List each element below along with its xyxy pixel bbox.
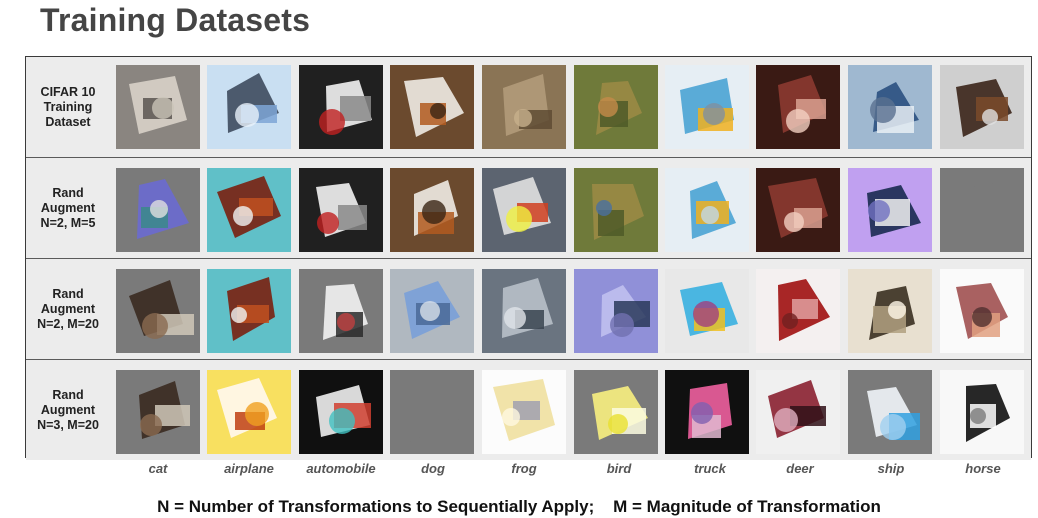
thumbnail-deer: [756, 65, 840, 149]
thumbnail-airplane: [207, 269, 291, 353]
thumbnail-deer: [756, 370, 840, 454]
class-label-airplane: airplane: [224, 461, 274, 476]
thumbnail-airplane: [207, 65, 291, 149]
row-label: Rand Augment N=2, M=20: [37, 286, 99, 331]
thumbnail-automobile: [299, 168, 383, 252]
thumbnail-dog: [390, 65, 474, 149]
thumbnail-deer: [756, 269, 840, 353]
thumbnail-frog: [482, 65, 566, 149]
thumbnail-dog: [390, 269, 474, 353]
thumbnail-truck: [665, 65, 749, 149]
row-randaugment-n2-m20: Rand Augment N=2, M=20: [26, 258, 1031, 359]
thumbnail-ship: [848, 65, 932, 149]
thumbnail-horse: [940, 269, 1024, 353]
thumbnail-horse: [940, 168, 1024, 252]
thumbnail-horse: [940, 370, 1024, 454]
row-label: CIFAR 10 Training Dataset: [40, 84, 96, 129]
class-label-cat: cat: [148, 461, 168, 476]
thumbnail-dog: [390, 370, 474, 454]
footnote: N = Number of Transformations to Sequent…: [157, 497, 881, 516]
image-grid: CIFAR 10 Training Dataset Rand Augment N…: [25, 56, 1032, 460]
thumbnail-truck: [665, 269, 749, 353]
class-label-dog: dog: [421, 461, 445, 476]
thumbnail-airplane: [207, 370, 291, 454]
thumbnail-cat: [116, 65, 200, 149]
thumbnail-bird: [574, 370, 658, 454]
thumbnail-deer: [756, 168, 840, 252]
row-label: Rand Augment N=2, M=5: [40, 185, 96, 230]
thumbnail-bird: [574, 168, 658, 252]
class-label-deer: deer: [786, 461, 814, 476]
thumbnail-frog: [482, 269, 566, 353]
row-original: CIFAR 10 Training Dataset: [26, 57, 1031, 157]
thumbnail-ship: [848, 269, 932, 353]
thumbnail-cat: [116, 269, 200, 353]
row-randaugment-n2-m5: Rand Augment N=2, M=5: [26, 157, 1031, 258]
thumbnail-frog: [482, 168, 566, 252]
class-label-truck: truck: [694, 461, 726, 476]
class-label-ship: ship: [877, 461, 905, 476]
thumbnail-dog: [390, 168, 474, 252]
class-label-bird: bird: [606, 461, 632, 476]
thumbnail-automobile: [299, 65, 383, 149]
row-label: Rand Augment N=3, M=20: [37, 387, 99, 432]
thumbnail-ship: [848, 370, 932, 454]
thumbnail-automobile: [299, 370, 383, 454]
thumbnail-cat: [116, 370, 200, 454]
class-label-frog: frog: [511, 461, 537, 476]
thumbnail-automobile: [299, 269, 383, 353]
page-title: Training Datasets: [40, 2, 311, 38]
thumbnail-airplane: [207, 168, 291, 252]
thumbnail-truck: [665, 370, 749, 454]
class-labels: cat airplane automobile dog frog bird tr…: [0, 461, 1038, 479]
thumbnail-bird: [574, 269, 658, 353]
thumbnail-cat: [116, 168, 200, 252]
class-label-horse: horse: [965, 461, 1001, 476]
thumbnail-frog: [482, 370, 566, 454]
thumbnail-bird: [574, 65, 658, 149]
row-randaugment-n3-m20: Rand Augment N=3, M=20: [26, 359, 1031, 460]
thumbnail-ship: [848, 168, 932, 252]
thumbnail-horse: [940, 65, 1024, 149]
class-label-automobile: automobile: [306, 461, 376, 476]
thumbnail-truck: [665, 168, 749, 252]
